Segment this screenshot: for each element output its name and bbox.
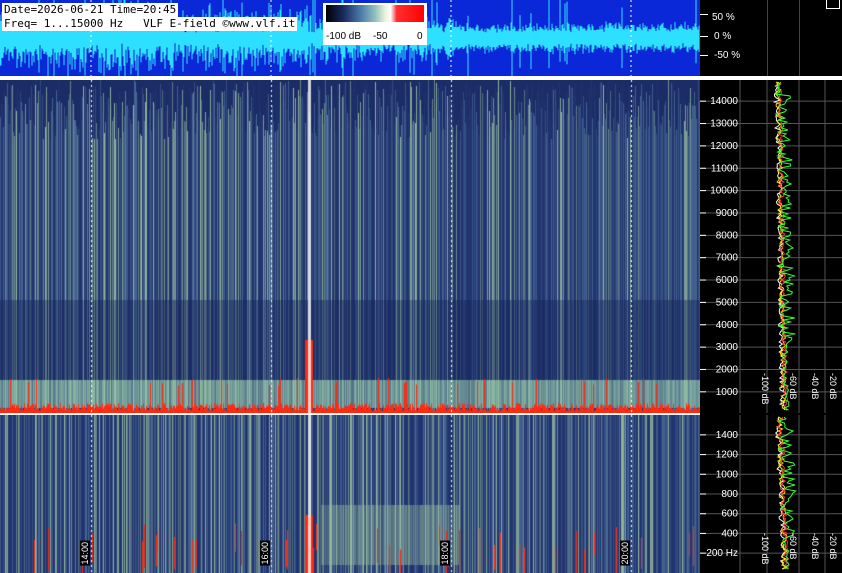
time-label-1600: 16:00 — [260, 541, 270, 566]
colorbar-gradient — [326, 5, 424, 22]
db-tick-label: -40 dB — [810, 373, 820, 400]
header-frequency-info: Freq= 1...15000 Hz VLF E-field ©www.vlf.… — [2, 17, 298, 31]
waveform-panel: Date=2026-06-21 Time=20:45 Freq= 1...150… — [0, 0, 700, 76]
spectrum-profile-full-band-plot: 14000 13000 12000 11000 10000 9000 8000 7000 600… — [700, 80, 842, 413]
frequency-tick-label: 7000 — [716, 253, 739, 264]
frequency-tick-label: 9000 — [716, 208, 739, 219]
frequency-tick-label: 5000 — [716, 297, 739, 308]
db-tick-label: -100 dB — [760, 373, 770, 405]
colorbar-legend: -100 dB -50 0 — [323, 3, 427, 45]
db-tick-label: -40 dB — [810, 533, 820, 560]
frequency-tick-label: 8000 — [716, 230, 739, 241]
spectrum-profile-low-band: 1400 1200 1000 800 600 400 200 Hz -100 dB -60 dB… — [700, 415, 842, 573]
spectrum-profile-low-band-plot: 1400 1200 1000 800 600 400 200 Hz -100 dB -60 dB… — [700, 415, 842, 573]
frequency-tick-label: 4000 — [716, 320, 739, 331]
frequency-tick-label: 200 Hz — [706, 548, 738, 559]
frequency-tick-label: 14000 — [710, 96, 738, 107]
db-tick-label: -100 dB — [760, 533, 770, 565]
spectrogram-low-band — [0, 415, 700, 573]
colorbar-label-max: 0 — [417, 31, 423, 42]
frequency-tick-label: 1400 — [716, 430, 739, 441]
db-tick-label: -20 dB — [828, 533, 838, 560]
colorbar-label-mid: -50 — [373, 31, 388, 42]
wave-scale-0: 0 % — [714, 31, 732, 42]
corner-marker — [826, 0, 840, 9]
db-tick-label: -60 dB — [788, 533, 798, 560]
spectrogram-full-band — [0, 80, 700, 413]
spectrum-profile-full-band: 14000 13000 12000 11000 10000 9000 8000 7000 600… — [700, 80, 842, 413]
spectrogram-full-band-image — [0, 80, 700, 413]
time-label-1400: 14:00 — [80, 541, 90, 566]
time-label-2000: 20:00 — [620, 541, 630, 566]
frequency-tick-label: 11000 — [711, 163, 739, 174]
frequency-tick-label: 6000 — [716, 275, 739, 286]
frequency-tick-label: 12000 — [710, 141, 738, 152]
frequency-tick-label: 2000 — [716, 364, 739, 375]
frequency-tick-label: 3000 — [716, 342, 739, 353]
frequency-tick-label: 13000 — [710, 119, 738, 130]
colorbar-label-min: -100 dB — [326, 31, 362, 42]
frequency-tick-label: 800 — [721, 489, 738, 500]
frequency-tick-label: 600 — [721, 509, 738, 520]
time-label-1800: 18:00 — [440, 541, 450, 566]
frequency-tick-label: 1000 — [716, 387, 739, 398]
frequency-tick-label: 400 — [721, 528, 738, 539]
frequency-tick-label: 1200 — [716, 450, 739, 461]
wave-scale-50: 50 % — [712, 12, 735, 23]
db-tick-label: -60 dB — [788, 373, 798, 400]
spectrogram-low-band-image — [0, 415, 700, 573]
frequency-tick-label: 1000 — [716, 469, 739, 480]
wave-scale-neg50: -50 % — [714, 50, 741, 61]
header-date-time: Date=2026-06-21 Time=20:45 — [2, 3, 179, 17]
db-tick-label: -20 dB — [828, 373, 838, 400]
frequency-tick-label: 10000 — [710, 186, 738, 197]
